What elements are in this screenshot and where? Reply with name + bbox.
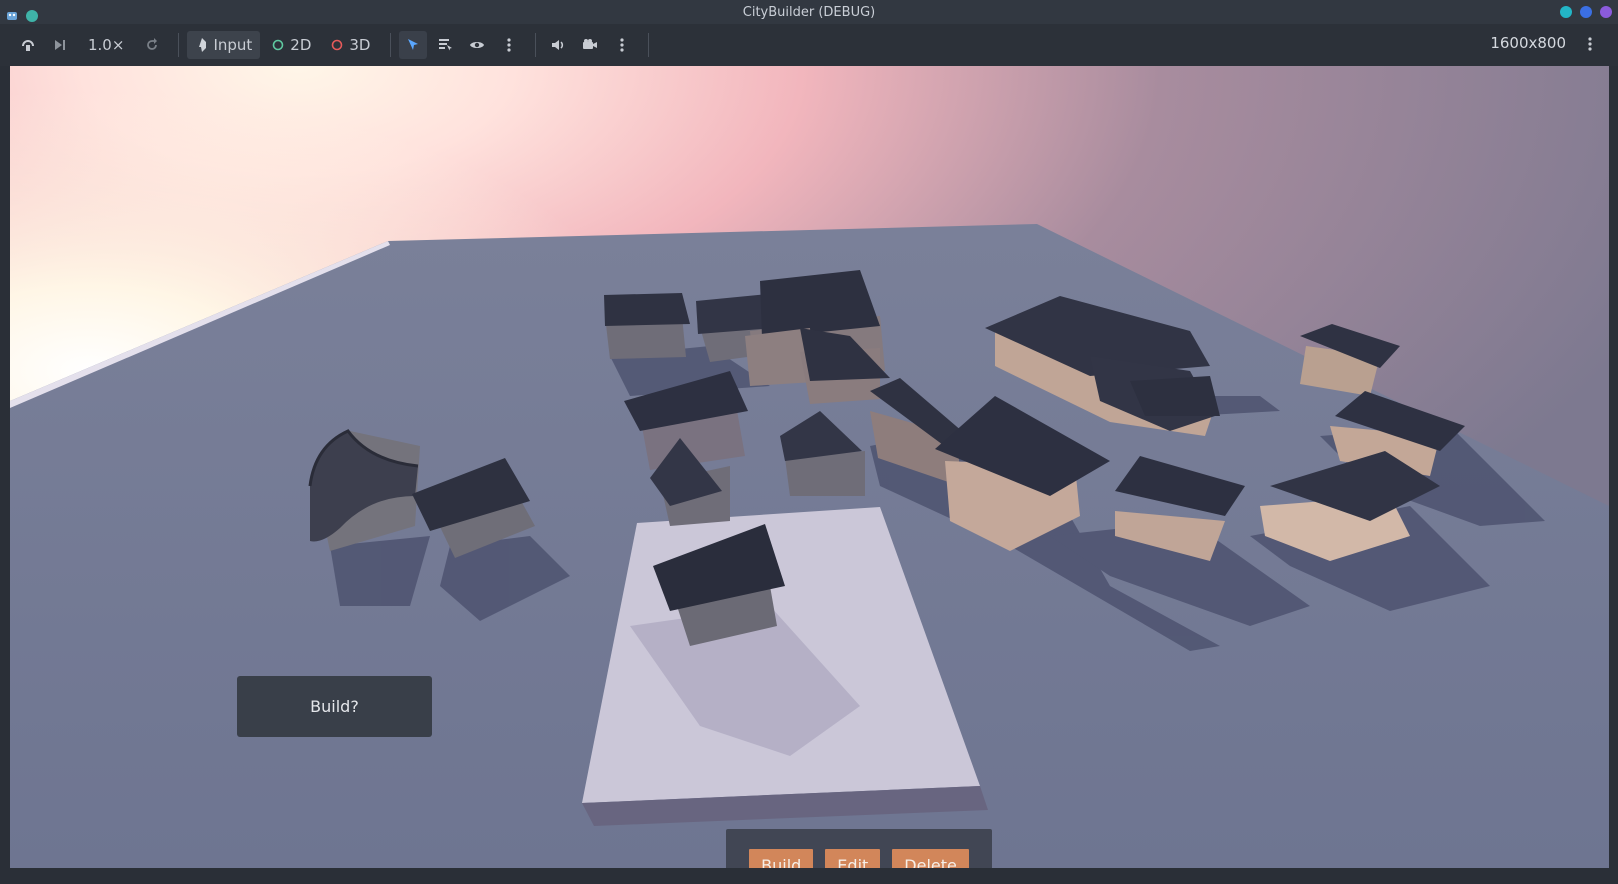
- list-select-icon: [437, 37, 453, 53]
- game-toolbar: 1.0× Input 2D 3D: [0, 24, 1618, 66]
- audio-toggle[interactable]: [544, 31, 572, 59]
- minimize-button[interactable]: [1560, 6, 1572, 18]
- toolbar-separator: [648, 33, 650, 57]
- mode-3d-toggle[interactable]: 3D: [323, 31, 378, 59]
- toolbar-separator: [390, 33, 392, 57]
- more-icon: [1588, 36, 1592, 52]
- step-frame-button[interactable]: [46, 31, 74, 59]
- toolbar-separator: [535, 33, 537, 57]
- mode-3d-label: 3D: [349, 36, 371, 54]
- build-prompt-panel: Build?: [237, 676, 432, 737]
- visibility-button[interactable]: [463, 31, 491, 59]
- select-mode-button[interactable]: [399, 31, 428, 59]
- edit-button[interactable]: Edit: [825, 848, 881, 868]
- reset-speed-icon: [144, 37, 160, 53]
- remote-debug-button[interactable]: [14, 31, 42, 59]
- build-button[interactable]: Build: [749, 848, 814, 868]
- mode-2d-label: 2D: [290, 36, 312, 54]
- toolbar-separator: [178, 33, 180, 57]
- game-viewport[interactable]: Build? Build Edit Delete: [10, 66, 1609, 868]
- visibility-icon: [469, 37, 485, 53]
- speed-display[interactable]: 1.0×: [78, 31, 134, 59]
- more-options-button[interactable]: [495, 31, 523, 59]
- select-icon: [405, 37, 421, 53]
- camera-icon: [582, 37, 598, 53]
- input-icon: [195, 37, 209, 53]
- title-bar-left-icons: [6, 6, 38, 25]
- window-title: CityBuilder (DEBUG): [742, 4, 876, 20]
- build-prompt-label: Build?: [310, 697, 359, 716]
- camera-button[interactable]: [576, 31, 604, 59]
- maximize-button[interactable]: [1580, 6, 1592, 18]
- mode-2d-toggle[interactable]: 2D: [264, 31, 319, 59]
- app-window: CityBuilder (DEBUG) 1.0× Input 2D 3D 160…: [0, 0, 1618, 884]
- more-icon: [507, 37, 512, 53]
- resolution-label: 1600x800: [1490, 34, 1566, 52]
- title-bar: CityBuilder (DEBUG): [0, 0, 1618, 24]
- app-icon: [6, 6, 18, 25]
- delete-button[interactable]: Delete: [892, 848, 969, 868]
- close-button[interactable]: [1600, 6, 1612, 18]
- window-controls: [1560, 6, 1612, 18]
- input-toggle[interactable]: Input: [187, 31, 261, 59]
- pin-window-icon[interactable]: [26, 9, 38, 22]
- camera-more-button[interactable]: [608, 31, 636, 59]
- circle-3d-icon: [331, 39, 343, 51]
- audio-icon: [550, 37, 566, 53]
- more-icon: [620, 37, 625, 53]
- remote-debug-icon: [20, 37, 36, 53]
- step-frame-icon: [52, 37, 68, 53]
- list-select-button[interactable]: [431, 31, 459, 59]
- building-action-panel: Build Edit Delete: [726, 829, 992, 868]
- reset-speed-button[interactable]: [138, 31, 166, 59]
- window-bottom-border: [0, 870, 1618, 884]
- circle-2d-icon: [272, 39, 284, 51]
- input-label: Input: [213, 36, 253, 54]
- city-scene[interactable]: [10, 66, 1609, 868]
- window-menu-button[interactable]: [1576, 30, 1604, 58]
